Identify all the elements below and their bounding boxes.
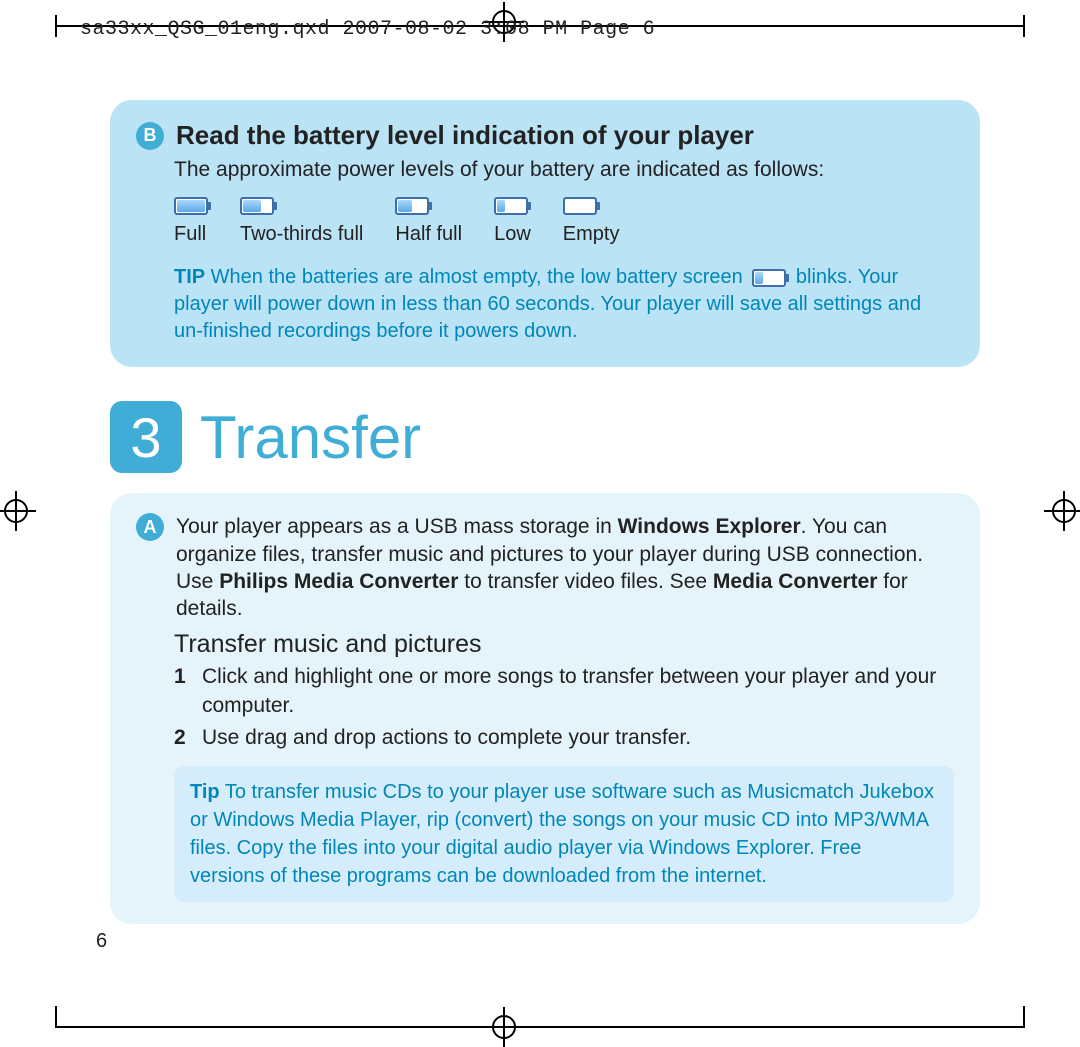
- battery-icon-inline: [752, 269, 786, 287]
- battery-label: Two-thirds full: [240, 223, 363, 246]
- bullet-b: B: [136, 122, 164, 150]
- t: to transfer video files. See: [458, 570, 712, 593]
- battery-intro: The approximate power levels of your bat…: [136, 157, 954, 183]
- battery-label: Full: [174, 223, 206, 246]
- battery-half: Half full: [395, 197, 462, 246]
- battery-icon-low: [494, 197, 528, 215]
- battery-icon-half: [395, 197, 429, 215]
- t: Philips Media Converter: [219, 570, 458, 593]
- battery-two-thirds: Two-thirds full: [240, 197, 363, 246]
- transfer-subhead: Transfer music and pictures: [136, 630, 954, 659]
- transfer-intro: A Your player appears as a USB mass stor…: [136, 513, 954, 622]
- battery-label: Empty: [563, 223, 620, 246]
- tip-text: To transfer music CDs to your player use…: [190, 781, 934, 887]
- chapter-number: 3: [110, 401, 182, 473]
- t: Windows Explorer: [618, 515, 801, 538]
- battery-card: B Read the battery level indication of y…: [110, 100, 980, 367]
- battery-empty: Empty: [563, 197, 620, 246]
- battery-low: Low: [494, 197, 531, 246]
- crop-mark-bottom: [55, 1026, 1025, 1028]
- transfer-paragraph: Your player appears as a USB mass storag…: [176, 513, 954, 622]
- chapter-heading: 3 Transfer: [110, 401, 980, 473]
- transfer-tip: Tip To transfer music CDs to your player…: [174, 766, 954, 902]
- transfer-steps: 1Click and highlight one or more songs t…: [136, 663, 954, 752]
- battery-levels-row: Full Two-thirds full Half full Low Empty: [136, 183, 954, 258]
- battery-icon-empty: [563, 197, 597, 215]
- t: Your player appears as a USB mass storag…: [176, 515, 618, 538]
- tip-text-before: When the batteries are almost empty, the…: [205, 266, 748, 288]
- battery-tip: TIP When the batteries are almost empty,…: [136, 258, 954, 345]
- battery-icon-full: [174, 197, 208, 215]
- page-body: B Read the battery level indication of y…: [110, 100, 980, 924]
- bullet-a: A: [136, 513, 164, 541]
- step-text: Use drag and drop actions to complete yo…: [202, 724, 691, 752]
- chapter-title: Transfer: [200, 403, 421, 472]
- step-num: 2: [174, 724, 192, 752]
- battery-icon-two-thirds: [240, 197, 274, 215]
- battery-label: Low: [494, 223, 531, 246]
- battery-title: Read the battery level indication of you…: [176, 120, 754, 151]
- battery-full: Full: [174, 197, 208, 246]
- tip-label: TIP: [174, 266, 205, 288]
- battery-label: Half full: [395, 223, 462, 246]
- step-text: Click and highlight one or more songs to…: [202, 663, 954, 720]
- registration-mark-bottom: [488, 1011, 520, 1043]
- page-number: 6: [96, 930, 107, 953]
- step-num: 1: [174, 663, 192, 720]
- transfer-card: A Your player appears as a USB mass stor…: [110, 493, 980, 924]
- registration-mark-right: [1048, 495, 1080, 527]
- tip-label: Tip: [190, 781, 220, 803]
- t: Media Converter: [713, 570, 878, 593]
- file-header: sa33xx_QSG_01eng.qxd 2007-08-02 3:08 PM …: [80, 18, 655, 41]
- registration-mark-left: [0, 495, 32, 527]
